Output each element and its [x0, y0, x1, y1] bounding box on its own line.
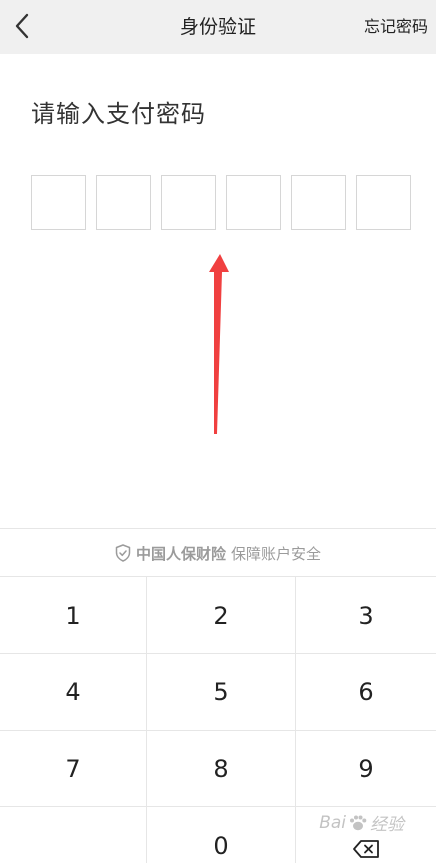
pin-input[interactable]: [31, 175, 412, 230]
pin-digit-box[interactable]: [96, 175, 151, 230]
red-arrow-annotation: [209, 254, 229, 434]
numeric-keypad: 1 2 3 4 5 6 7 8 9 0: [0, 576, 436, 863]
password-prompt: 请输入支付密码: [31, 100, 206, 128]
insurer-name: 中国人保财险: [135, 544, 226, 563]
key-blank: [0, 807, 146, 863]
key-6[interactable]: 6: [296, 654, 436, 730]
key-5[interactable]: 5: [147, 654, 295, 730]
pin-digit-box[interactable]: [161, 175, 216, 230]
key-8[interactable]: 8: [147, 731, 295, 806]
backspace-icon: [353, 839, 379, 858]
key-0[interactable]: 0: [147, 807, 295, 863]
header-bar: 身份验证 忘记密码: [0, 0, 436, 54]
key-9[interactable]: 9: [296, 731, 436, 806]
shield-icon: [115, 544, 131, 562]
pin-digit-box[interactable]: [291, 175, 346, 230]
pin-digit-box[interactable]: [356, 175, 411, 230]
payment-password-screen: 身份验证 忘记密码 请输入支付密码 中国人保财险 保障账户安全 1 2 3 4: [0, 0, 436, 863]
pin-digit-box[interactable]: [226, 175, 281, 230]
security-text: 保障账户安全: [231, 544, 322, 563]
chevron-left-icon: [15, 13, 29, 39]
key-7[interactable]: 7: [0, 731, 146, 806]
forgot-password-link[interactable]: 忘记密码: [364, 0, 428, 54]
key-3[interactable]: 3: [296, 578, 436, 653]
key-1[interactable]: 1: [0, 578, 146, 653]
back-button[interactable]: [4, 6, 40, 46]
security-notice: 中国人保财险 保障账户安全: [0, 528, 436, 577]
pin-digit-box[interactable]: [31, 175, 86, 230]
delete-key[interactable]: [296, 807, 436, 863]
key-4[interactable]: 4: [0, 654, 146, 730]
key-2[interactable]: 2: [147, 578, 295, 653]
